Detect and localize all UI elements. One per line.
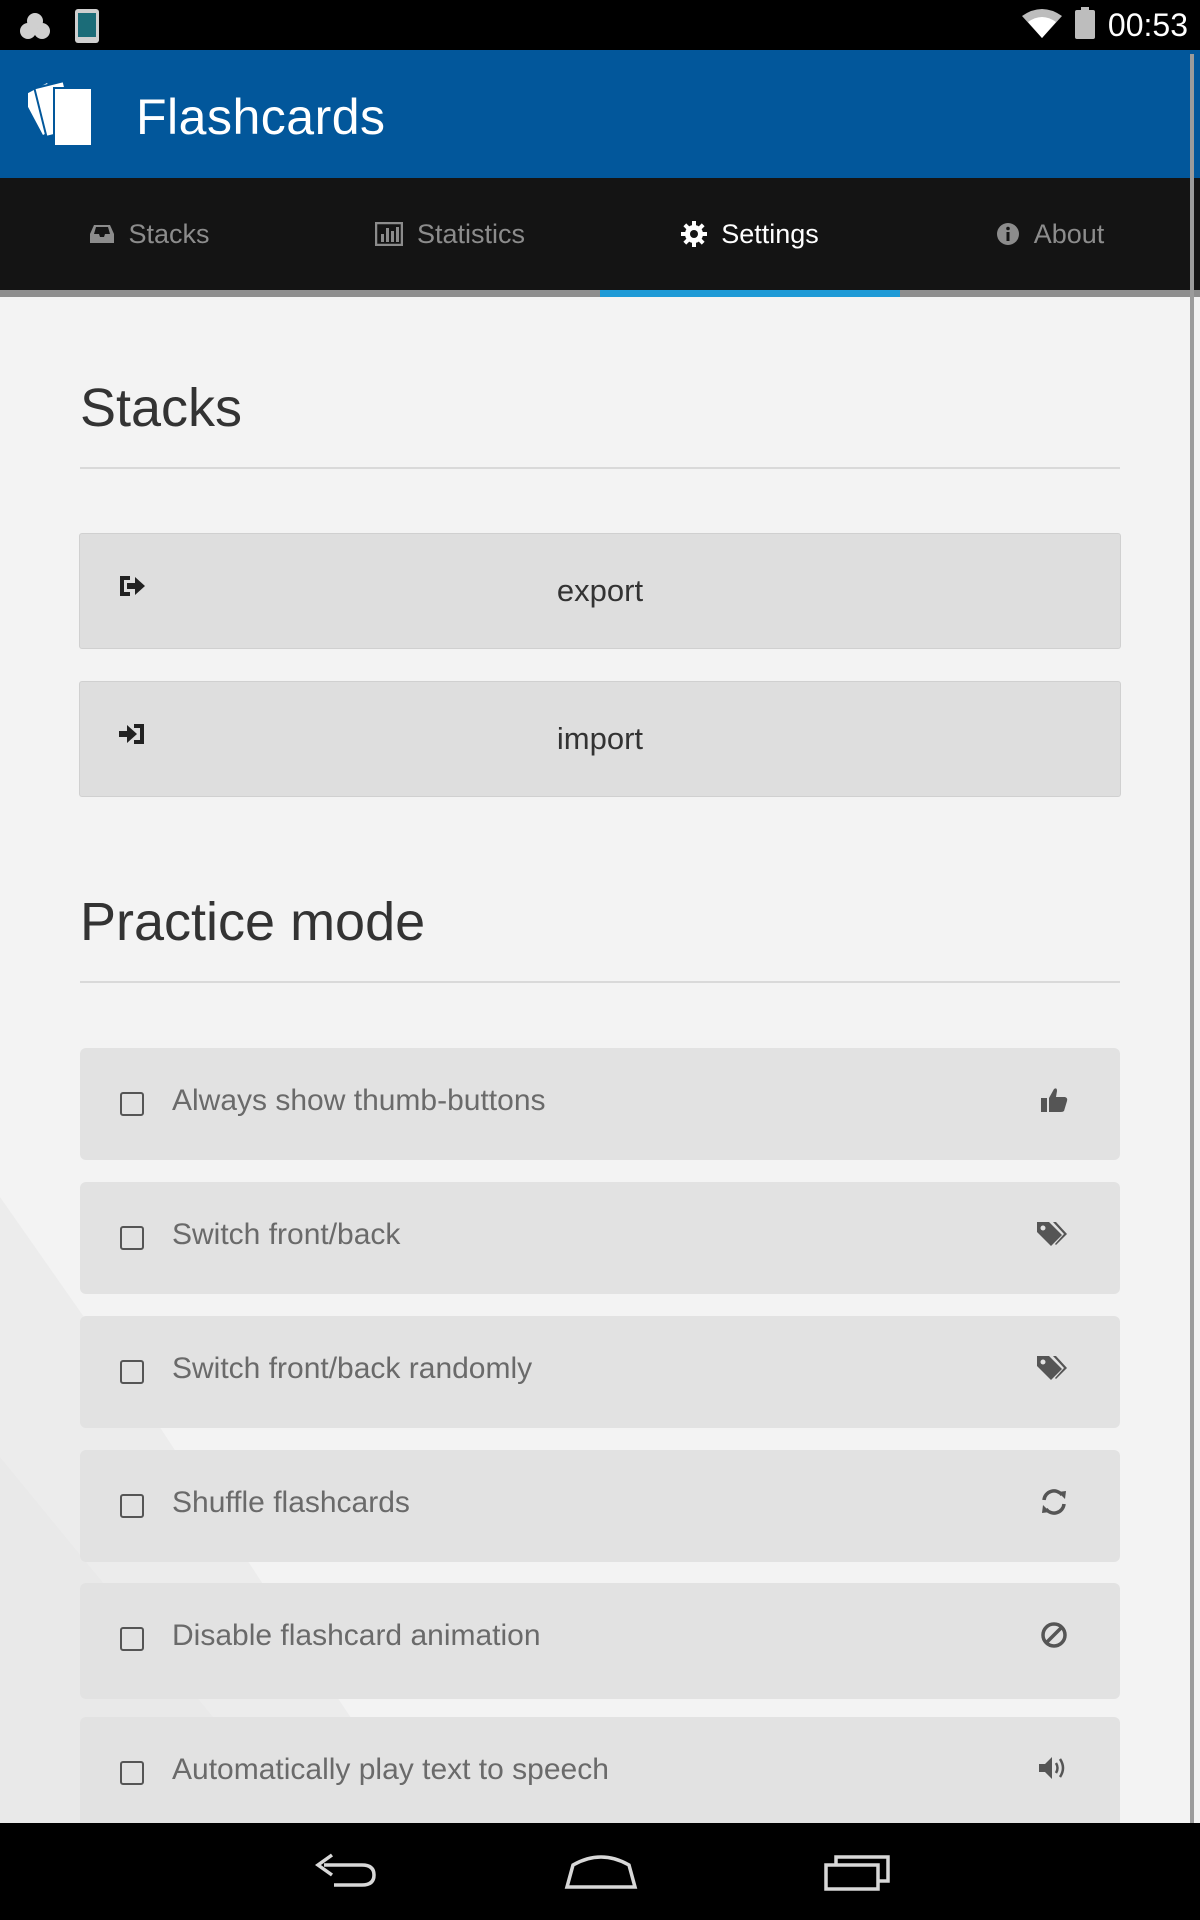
tab-stacks[interactable]: Stacks <box>0 178 300 290</box>
wifi-icon <box>1021 8 1062 43</box>
scrollbar[interactable] <box>1190 54 1194 1824</box>
checkbox[interactable] <box>120 1226 144 1250</box>
section-divider <box>80 467 1120 469</box>
tab-settings[interactable]: Settings <box>600 178 900 290</box>
cloud-icon <box>18 11 52 46</box>
clock: 00:53 <box>1107 6 1188 43</box>
active-tab-indicator <box>600 290 900 297</box>
phone-icon <box>74 8 100 49</box>
option-switch-front-back[interactable]: Switch front/back <box>80 1182 1120 1294</box>
system-nav-bar <box>0 1823 1200 1920</box>
checkbox[interactable] <box>120 1761 144 1785</box>
tab-label: Statistics <box>416 218 526 249</box>
tags-icon <box>1036 1220 1068 1253</box>
battery-icon <box>1074 6 1096 44</box>
app-title: Flashcards <box>136 89 386 145</box>
settings-content[interactable]: Stacks export import Practice mode Alway… <box>0 297 1190 1823</box>
section-title-stacks: Stacks <box>80 378 243 438</box>
option-auto-play-text-to-speech[interactable]: Automatically play text to speech <box>80 1717 1120 1823</box>
status-bar: 00:53 <box>0 0 1200 50</box>
checkbox[interactable] <box>120 1360 144 1384</box>
inbox-icon <box>90 224 115 244</box>
option-label: Disable flashcard animation <box>172 1619 541 1652</box>
option-label: Always show thumb-buttons <box>172 1084 546 1117</box>
tab-indicator-track <box>0 290 1200 297</box>
option-disable-flashcard-animation[interactable]: Disable flashcard animation <box>80 1583 1120 1699</box>
tab-label: Settings <box>721 218 819 249</box>
option-switch-front-back-randomly[interactable]: Switch front/back randomly <box>80 1316 1120 1428</box>
section-divider <box>80 981 1120 983</box>
option-label: Switch front/back <box>172 1218 401 1251</box>
home-icon[interactable] <box>556 1843 646 1899</box>
option-label: Automatically play text to speech <box>172 1753 609 1786</box>
flashcards-logo-icon <box>19 78 98 150</box>
checkbox[interactable] <box>120 1627 144 1651</box>
tab-about[interactable]: About <box>900 178 1200 290</box>
app-header: Flashcards <box>0 50 1200 178</box>
export-button[interactable]: export <box>79 533 1121 649</box>
checkbox[interactable] <box>120 1092 144 1116</box>
option-label: Shuffle flashcards <box>172 1486 410 1519</box>
info-icon <box>996 222 1020 246</box>
section-title-practice-mode: Practice mode <box>80 892 426 952</box>
import-label: import <box>556 721 644 756</box>
tab-bar: Stacks Statistics Settings About <box>0 178 1200 290</box>
back-icon[interactable] <box>300 1843 390 1899</box>
sign-out-icon <box>118 574 146 603</box>
tab-statistics[interactable]: Statistics <box>300 178 600 290</box>
refresh-icon <box>1040 1488 1068 1521</box>
volume-up-icon <box>1038 1755 1068 1786</box>
option-label: Switch front/back randomly <box>172 1352 533 1385</box>
thumbs-up-icon <box>1040 1086 1068 1119</box>
gear-icon <box>681 221 708 247</box>
option-always-show-thumb-buttons[interactable]: Always show thumb-buttons <box>80 1048 1120 1160</box>
sign-in-icon <box>118 722 146 751</box>
tab-label: About <box>1033 218 1105 249</box>
tab-label: Stacks <box>128 218 210 249</box>
ban-icon <box>1040 1621 1068 1654</box>
tags-icon <box>1036 1354 1068 1387</box>
recent-apps-icon[interactable] <box>812 1843 902 1899</box>
bar-chart-icon <box>374 222 403 246</box>
import-button[interactable]: import <box>79 681 1121 797</box>
checkbox[interactable] <box>120 1494 144 1518</box>
export-label: export <box>556 573 644 608</box>
option-shuffle-flashcards[interactable]: Shuffle flashcards <box>80 1450 1120 1562</box>
